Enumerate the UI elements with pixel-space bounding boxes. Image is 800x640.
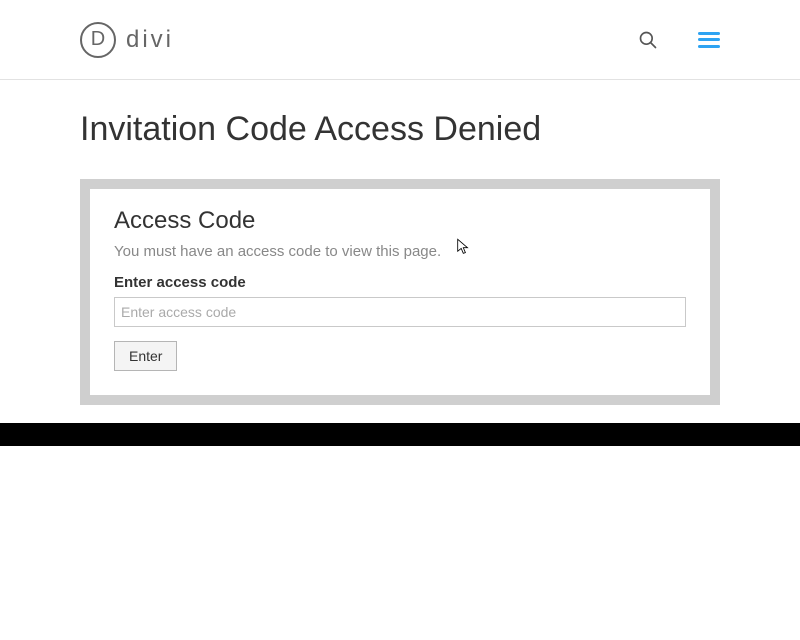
card-description: You must have an access code to view thi… bbox=[114, 243, 686, 260]
page-main: Invitation Code Access Denied Access Cod… bbox=[0, 80, 800, 435]
enter-button[interactable]: Enter bbox=[114, 341, 177, 371]
site-logo[interactable]: D divi bbox=[80, 22, 174, 58]
menu-icon[interactable] bbox=[698, 32, 720, 48]
logo-mark: D bbox=[80, 22, 116, 58]
card-heading: Access Code bbox=[114, 207, 686, 235]
site-header: D divi bbox=[0, 0, 800, 80]
search-icon[interactable] bbox=[638, 30, 658, 50]
menu-bar bbox=[698, 32, 720, 35]
menu-bar bbox=[698, 38, 720, 41]
access-code-label: Enter access code bbox=[114, 274, 686, 291]
access-code-input[interactable] bbox=[114, 297, 686, 327]
logo-text: divi bbox=[126, 26, 174, 54]
access-code-card: Access Code You must have an access code… bbox=[80, 179, 720, 405]
page-title: Invitation Code Access Denied bbox=[80, 110, 720, 149]
menu-bar bbox=[698, 45, 720, 48]
logo-letter: D bbox=[91, 28, 105, 51]
footer-band bbox=[0, 423, 800, 446]
